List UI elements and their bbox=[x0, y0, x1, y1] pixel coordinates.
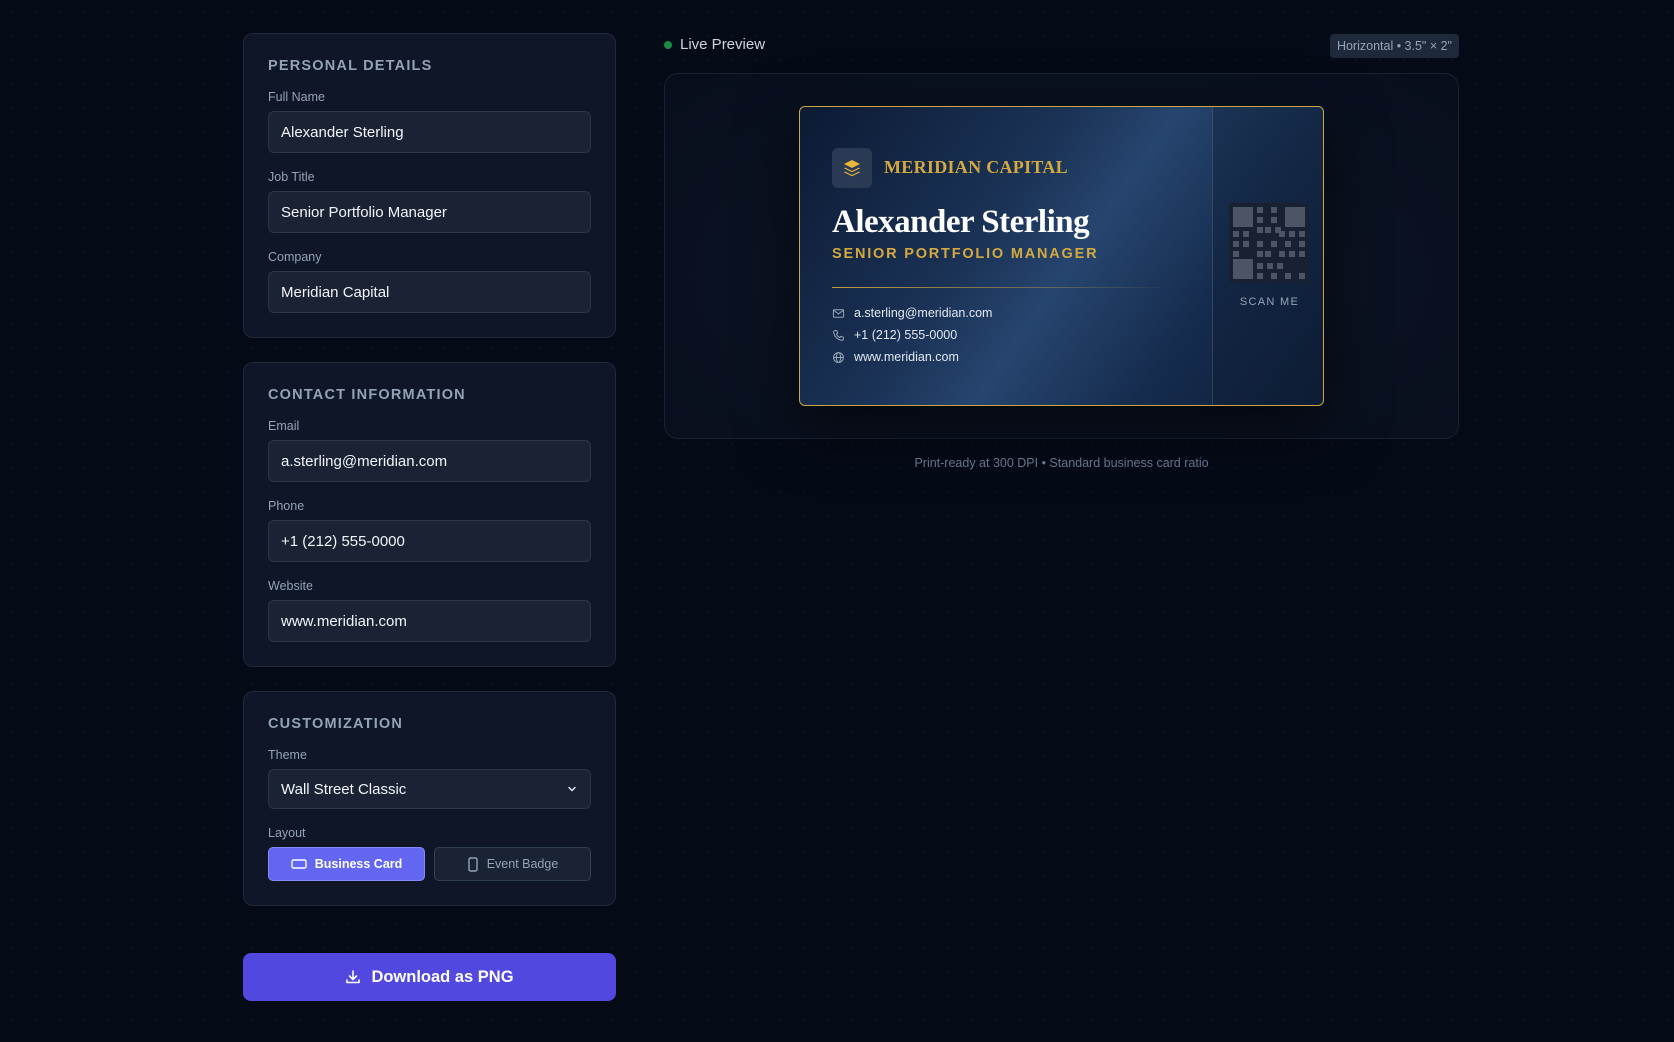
layout-business-card-button[interactable]: Business Card bbox=[268, 847, 425, 881]
layout-field: Layout Business Card Event Badge bbox=[268, 826, 591, 881]
company-logo bbox=[832, 148, 872, 188]
business-card-preview: MERIDIAN CAPITAL Alexander Sterling SENI… bbox=[799, 106, 1324, 406]
website-field: Website bbox=[268, 579, 591, 642]
email-input[interactable] bbox=[268, 440, 591, 482]
card-phone-line: +1 (212) 555-0000 bbox=[832, 328, 957, 342]
card-divider bbox=[832, 287, 1172, 288]
layout-option-label: Event Badge bbox=[486, 857, 559, 871]
card-person-name: Alexander Sterling bbox=[832, 204, 1090, 240]
card-job-title: SENIOR PORTFOLIO MANAGER bbox=[832, 246, 1099, 262]
company-field: Company bbox=[268, 250, 591, 313]
field-label: Phone bbox=[268, 499, 305, 513]
field-label: Email bbox=[268, 419, 300, 433]
download-icon bbox=[346, 970, 361, 984]
live-preview-label: Live Preview bbox=[680, 36, 766, 53]
card-company-name: MERIDIAN CAPITAL bbox=[884, 157, 1068, 177]
preview-note: Print-ready at 300 DPI • Standard busine… bbox=[914, 456, 1209, 470]
scan-me-label: SCAN ME bbox=[1239, 296, 1300, 308]
download-button-label: Download as PNG bbox=[371, 967, 514, 986]
editor-column: PERSONAL DETAILS Full Name Job Title Com… bbox=[243, 33, 616, 930]
field-label: Website bbox=[268, 579, 313, 593]
card-email: a.sterling@meridian.com bbox=[854, 306, 993, 320]
panel-title: PERSONAL DETAILS bbox=[268, 58, 433, 74]
customization-panel: CUSTOMIZATION Theme Wall Street Classic … bbox=[243, 691, 616, 906]
card-website: www.meridian.com bbox=[854, 350, 959, 364]
card-phone: +1 (212) 555-0000 bbox=[854, 328, 958, 342]
qr-code-icon bbox=[1229, 203, 1309, 283]
globe-icon bbox=[833, 351, 844, 363]
field-label: Company bbox=[268, 250, 322, 264]
contact-information-panel: CONTACT INFORMATION Email Phone Website bbox=[243, 362, 616, 667]
preview-header: Live Preview Horizontal • 3.5" × 2" bbox=[664, 34, 1459, 58]
email-field: Email bbox=[268, 419, 591, 482]
company-input[interactable] bbox=[268, 271, 591, 313]
field-label: Job Title bbox=[268, 170, 315, 184]
job-title-field: Job Title bbox=[268, 170, 591, 233]
layout-toggle: Business Card Event Badge bbox=[268, 847, 591, 881]
panel-title: CONTACT INFORMATION bbox=[268, 387, 466, 403]
panel-title: CUSTOMIZATION bbox=[268, 716, 404, 732]
card-email-line: a.sterling@meridian.com bbox=[832, 306, 992, 320]
orientation-badge: Horizontal • 3.5" × 2" bbox=[1329, 34, 1459, 58]
job-title-input[interactable] bbox=[268, 191, 591, 233]
download-png-button[interactable]: Download as PNG bbox=[243, 953, 616, 1001]
layers-icon bbox=[844, 160, 860, 177]
card-website-line: www.meridian.com bbox=[832, 350, 959, 364]
website-input[interactable] bbox=[268, 600, 591, 642]
card-main: MERIDIAN CAPITAL Alexander Sterling SENI… bbox=[800, 107, 1212, 405]
theme-field: Theme Wall Street Classic bbox=[268, 748, 591, 809]
mail-icon bbox=[832, 308, 845, 318]
theme-select[interactable]: Wall Street Classic bbox=[268, 769, 591, 809]
live-indicator-icon bbox=[664, 41, 672, 49]
card-icon bbox=[291, 859, 307, 869]
badge-icon bbox=[468, 856, 478, 872]
layout-option-label: Business Card bbox=[314, 857, 403, 871]
phone-input[interactable] bbox=[268, 520, 591, 562]
full-name-field: Full Name bbox=[268, 90, 591, 153]
card-qr-side: SCAN ME bbox=[1212, 107, 1323, 405]
field-label: Theme bbox=[268, 748, 307, 762]
layout-event-badge-button[interactable]: Event Badge bbox=[434, 847, 591, 881]
field-label: Full Name bbox=[268, 90, 325, 104]
phone-icon bbox=[833, 329, 844, 341]
theme-select-value: Wall Street Classic bbox=[281, 780, 407, 798]
chevron-down-icon bbox=[568, 786, 576, 792]
full-name-input[interactable] bbox=[268, 111, 591, 153]
field-label: Layout bbox=[268, 826, 306, 840]
personal-details-panel: PERSONAL DETAILS Full Name Job Title Com… bbox=[243, 33, 616, 338]
phone-field: Phone bbox=[268, 499, 591, 562]
